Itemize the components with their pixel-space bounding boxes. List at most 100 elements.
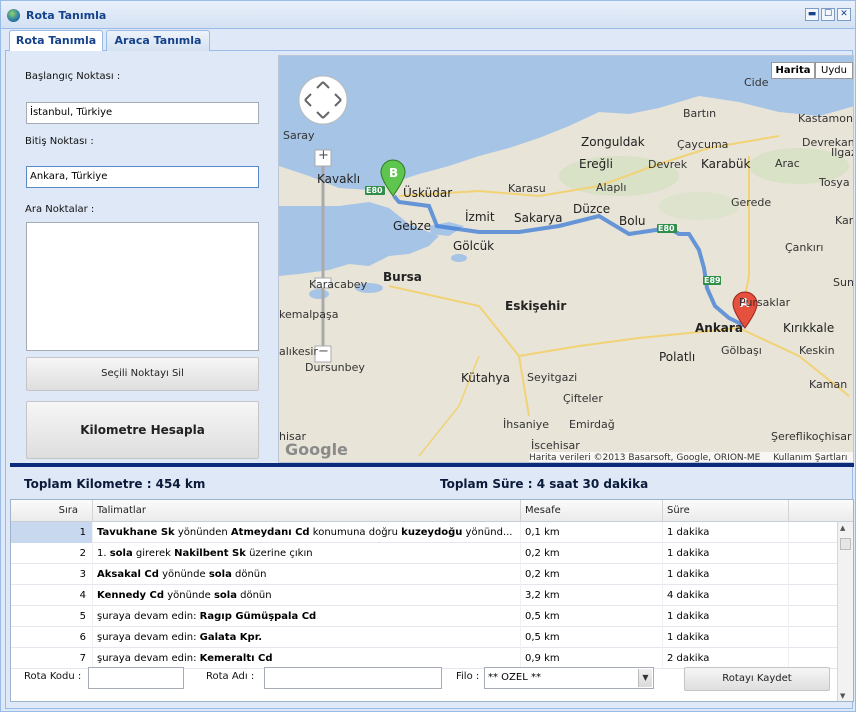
map-label: Karasu xyxy=(508,182,546,195)
tab-content: Başlangıç Noktası : İstanbul, Türkiye Bi… xyxy=(5,51,854,709)
map-label: Gebze xyxy=(393,219,431,233)
row-instruction: şuraya devam edin: Ragıp Gümüşpala Cd xyxy=(93,606,521,627)
map-label: Kastamonu xyxy=(798,112,854,125)
header-distance[interactable]: Mesafe xyxy=(521,500,663,522)
map-label: alıkesir xyxy=(279,345,318,358)
row-number: 3 xyxy=(11,564,93,585)
minimize-button[interactable]: ▬ xyxy=(805,8,819,21)
zoom-out-glyph: − xyxy=(318,344,329,359)
map-type-map-button[interactable]: Harita xyxy=(771,62,815,79)
map-label: Cide xyxy=(744,76,769,89)
route-name-input[interactable] xyxy=(264,667,442,689)
row-instruction: Kennedy Cd yönünde sola dönün xyxy=(93,585,521,606)
row-distance: 0,2 km xyxy=(521,543,663,564)
map-label: Şereflikoçhisar xyxy=(771,430,852,443)
route-map[interactable]: + − B A Harita Uydu Cide Bartın Saray Zo… xyxy=(278,55,854,463)
map-label: Seyitgazi xyxy=(527,371,578,384)
map-label: Düzce xyxy=(573,202,611,216)
map-label: İscehisar xyxy=(531,439,580,452)
start-label: Başlangıç Noktası : xyxy=(25,71,121,82)
scroll-up-icon[interactable]: ▲ xyxy=(840,524,845,532)
map-label: Kaman xyxy=(809,378,848,391)
tab-vehicle-define[interactable]: Araca Tanımla xyxy=(106,30,210,51)
totals-bar: Toplam Kilometre : 454 km Toplam Süre : … xyxy=(10,467,854,501)
map-label: Emirdağ xyxy=(569,418,615,431)
row-duration: 1 dakika xyxy=(663,606,789,627)
chevron-down-icon[interactable]: ▼ xyxy=(638,669,652,687)
map-label: Karacabey xyxy=(309,278,368,291)
route-code-input[interactable] xyxy=(88,667,184,689)
table-row[interactable]: 1 Tavukhane Sk yönünden Atmeydanı Cd konu… xyxy=(11,522,837,543)
map-label: İhsaniye xyxy=(503,418,549,431)
map-label: Saray xyxy=(283,129,315,142)
map-label: Sungurlu xyxy=(833,276,854,289)
attribution-text: Harita verileri ©2013 Basarsoft, Google,… xyxy=(529,453,761,463)
tab-bar: Rota Tanımla Araca Tanımla xyxy=(5,29,853,52)
marker-a-label: B xyxy=(389,166,399,180)
map-label: İzmit xyxy=(465,210,495,224)
tab-route-define[interactable]: Rota Tanımla xyxy=(9,30,103,52)
save-route-button[interactable]: Rotayı Kaydet xyxy=(684,667,830,691)
map-label: Sakarya xyxy=(514,211,563,225)
map-label: Çaycuma xyxy=(677,138,729,151)
map-label: Üsküdar xyxy=(403,186,453,200)
table-row[interactable]: 5 şuraya devam edin: Ragıp Gümüşpala Cd 0,… xyxy=(11,606,837,627)
map-label: Eskişehir xyxy=(505,299,567,313)
scroll-thumb[interactable] xyxy=(840,538,851,550)
map-label: Devrek xyxy=(648,158,688,171)
table-row[interactable]: 4 Kennedy Cd yönünde sola dönün 3,2 km 4 da… xyxy=(11,585,837,606)
map-label: Ilgaz xyxy=(831,146,853,159)
map-label: Çankırı xyxy=(785,241,824,254)
waypoints-list[interactable] xyxy=(26,222,259,351)
map-label: Karabük xyxy=(701,157,751,171)
waypoints-label: Ara Noktalar : xyxy=(25,204,95,215)
end-label: Bitiş Noktası : xyxy=(25,136,94,147)
road-shield-e80: E80 xyxy=(366,186,383,195)
row-distance: 3,2 km xyxy=(521,585,663,606)
maximize-button[interactable]: ☐ xyxy=(821,8,835,21)
road-shield-e89: E89 xyxy=(704,276,721,285)
globe-icon xyxy=(7,9,20,22)
table-row[interactable]: 6 şuraya devam edin: Galata Kpr. 0,5 km 1 d… xyxy=(11,627,837,648)
map-label: Dursunbey xyxy=(305,361,365,374)
table-row[interactable]: 3 Aksakal Cd yönünde sola dönün 0,2 km 1 da… xyxy=(11,564,837,585)
row-number: 5 xyxy=(11,606,93,627)
row-duration: 1 dakika xyxy=(663,564,789,585)
route-name-label: Rota Adı : xyxy=(206,671,255,682)
row-distance: 0,2 km xyxy=(521,564,663,585)
map-label: Gölbaşı xyxy=(721,344,762,357)
map-label: Bursa xyxy=(383,270,422,284)
map-attribution: Harita verileri ©2013 Basarsoft, Google,… xyxy=(529,452,853,463)
terms-link[interactable]: Kullanım Şartları xyxy=(773,453,847,462)
row-instruction: Tavukhane Sk yönünden Atmeydanı Cd konum… xyxy=(93,522,521,543)
road-shield-e80: E80 xyxy=(658,224,675,233)
map-type-satellite-button[interactable]: Uydu xyxy=(815,62,853,79)
header-instructions[interactable]: Talimatlar xyxy=(93,500,521,522)
row-instruction: 1. sola girerek Nakilbent Sk üzerine çık… xyxy=(93,543,521,564)
fleet-select[interactable]: ** OZEL ** xyxy=(484,667,654,689)
map-label: Gerede xyxy=(731,196,772,209)
google-logo: Google xyxy=(285,440,348,459)
table-row[interactable]: 2 1. sola girerek Nakilbent Sk üzerine çı… xyxy=(11,543,837,564)
calculate-km-button[interactable]: Kilometre Hesapla xyxy=(26,401,259,459)
header-duration[interactable]: Süre xyxy=(663,500,789,522)
map-label: Alaplı xyxy=(596,181,627,194)
total-km: Toplam Kilometre : 454 km xyxy=(24,477,206,491)
end-input[interactable]: Ankara, Türkiye xyxy=(26,166,259,188)
row-duration: 1 dakika xyxy=(663,543,789,564)
row-distance: 0,5 km xyxy=(521,606,663,627)
row-duration: 4 dakika xyxy=(663,585,789,606)
delete-waypoint-button[interactable]: Seçili Noktayı Sil xyxy=(26,357,259,391)
start-input[interactable]: İstanbul, Türkiye xyxy=(26,102,259,124)
row-number: 2 xyxy=(11,543,93,564)
map-label: Ankara xyxy=(695,321,743,335)
route-form: Başlangıç Noktası : İstanbul, Türkiye Bi… xyxy=(10,55,272,459)
fleet-label: Filo : xyxy=(456,671,480,682)
map-label: kemalpaşa xyxy=(279,308,339,321)
map-label: Kütahya xyxy=(461,371,510,385)
window-title: Rota Tanımla xyxy=(26,9,107,22)
route-code-label: Rota Kodu : xyxy=(24,671,82,682)
row-distance: 0,5 km xyxy=(521,627,663,648)
close-button[interactable]: ✕ xyxy=(837,8,851,21)
header-no[interactable]: Sıra xyxy=(11,500,93,522)
